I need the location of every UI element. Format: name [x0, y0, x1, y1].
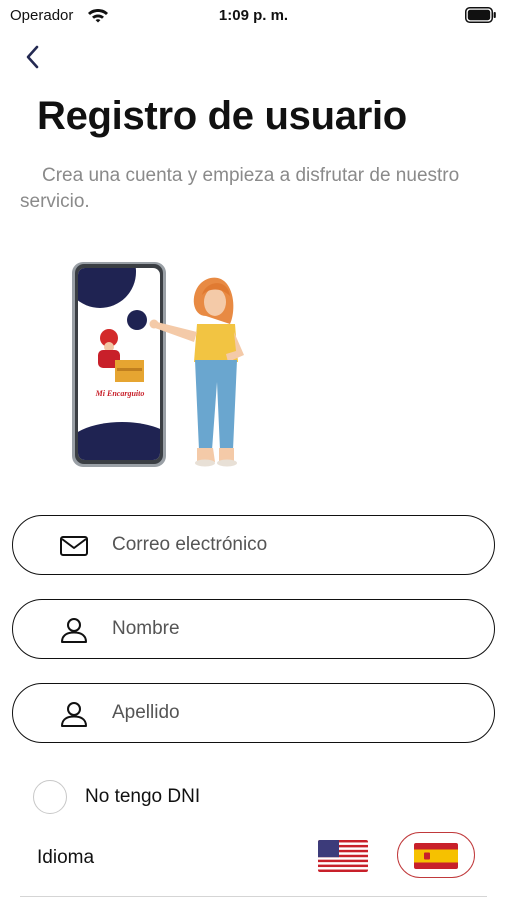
registration-illustration: Mi Encarguito [72, 262, 244, 467]
no-dni-label: No tengo DNI [85, 786, 201, 807]
user-icon [61, 618, 87, 643]
status-bar: Operador 1:09 p. m. [0, 0, 507, 30]
language-label: Idioma [37, 847, 95, 868]
page-subtitle: Crea una cuenta y empieza a disfrutar de… [20, 165, 460, 212]
battery-icon [465, 7, 496, 23]
spain-flag-icon [414, 843, 458, 869]
back-button[interactable] [18, 40, 48, 74]
page-title: Registro de usuario [37, 94, 407, 138]
spanish-language-button[interactable] [397, 832, 475, 878]
lastname-field[interactable] [12, 683, 495, 743]
email-field[interactable] [12, 515, 495, 575]
app-logo-text: Mi Encarguito [95, 389, 145, 398]
no-dni-radio[interactable] [33, 780, 67, 814]
email-input[interactable] [112, 528, 462, 562]
clock: 1:09 p. m. [218, 7, 289, 24]
lastname-input[interactable] [112, 696, 462, 730]
name-input[interactable] [112, 612, 462, 646]
bottom-divider [20, 896, 487, 897]
mail-icon [60, 536, 88, 556]
name-field[interactable] [12, 599, 495, 659]
us-flag-icon[interactable] [318, 840, 368, 872]
chevron-left-icon [26, 45, 39, 69]
user-icon [61, 702, 87, 727]
